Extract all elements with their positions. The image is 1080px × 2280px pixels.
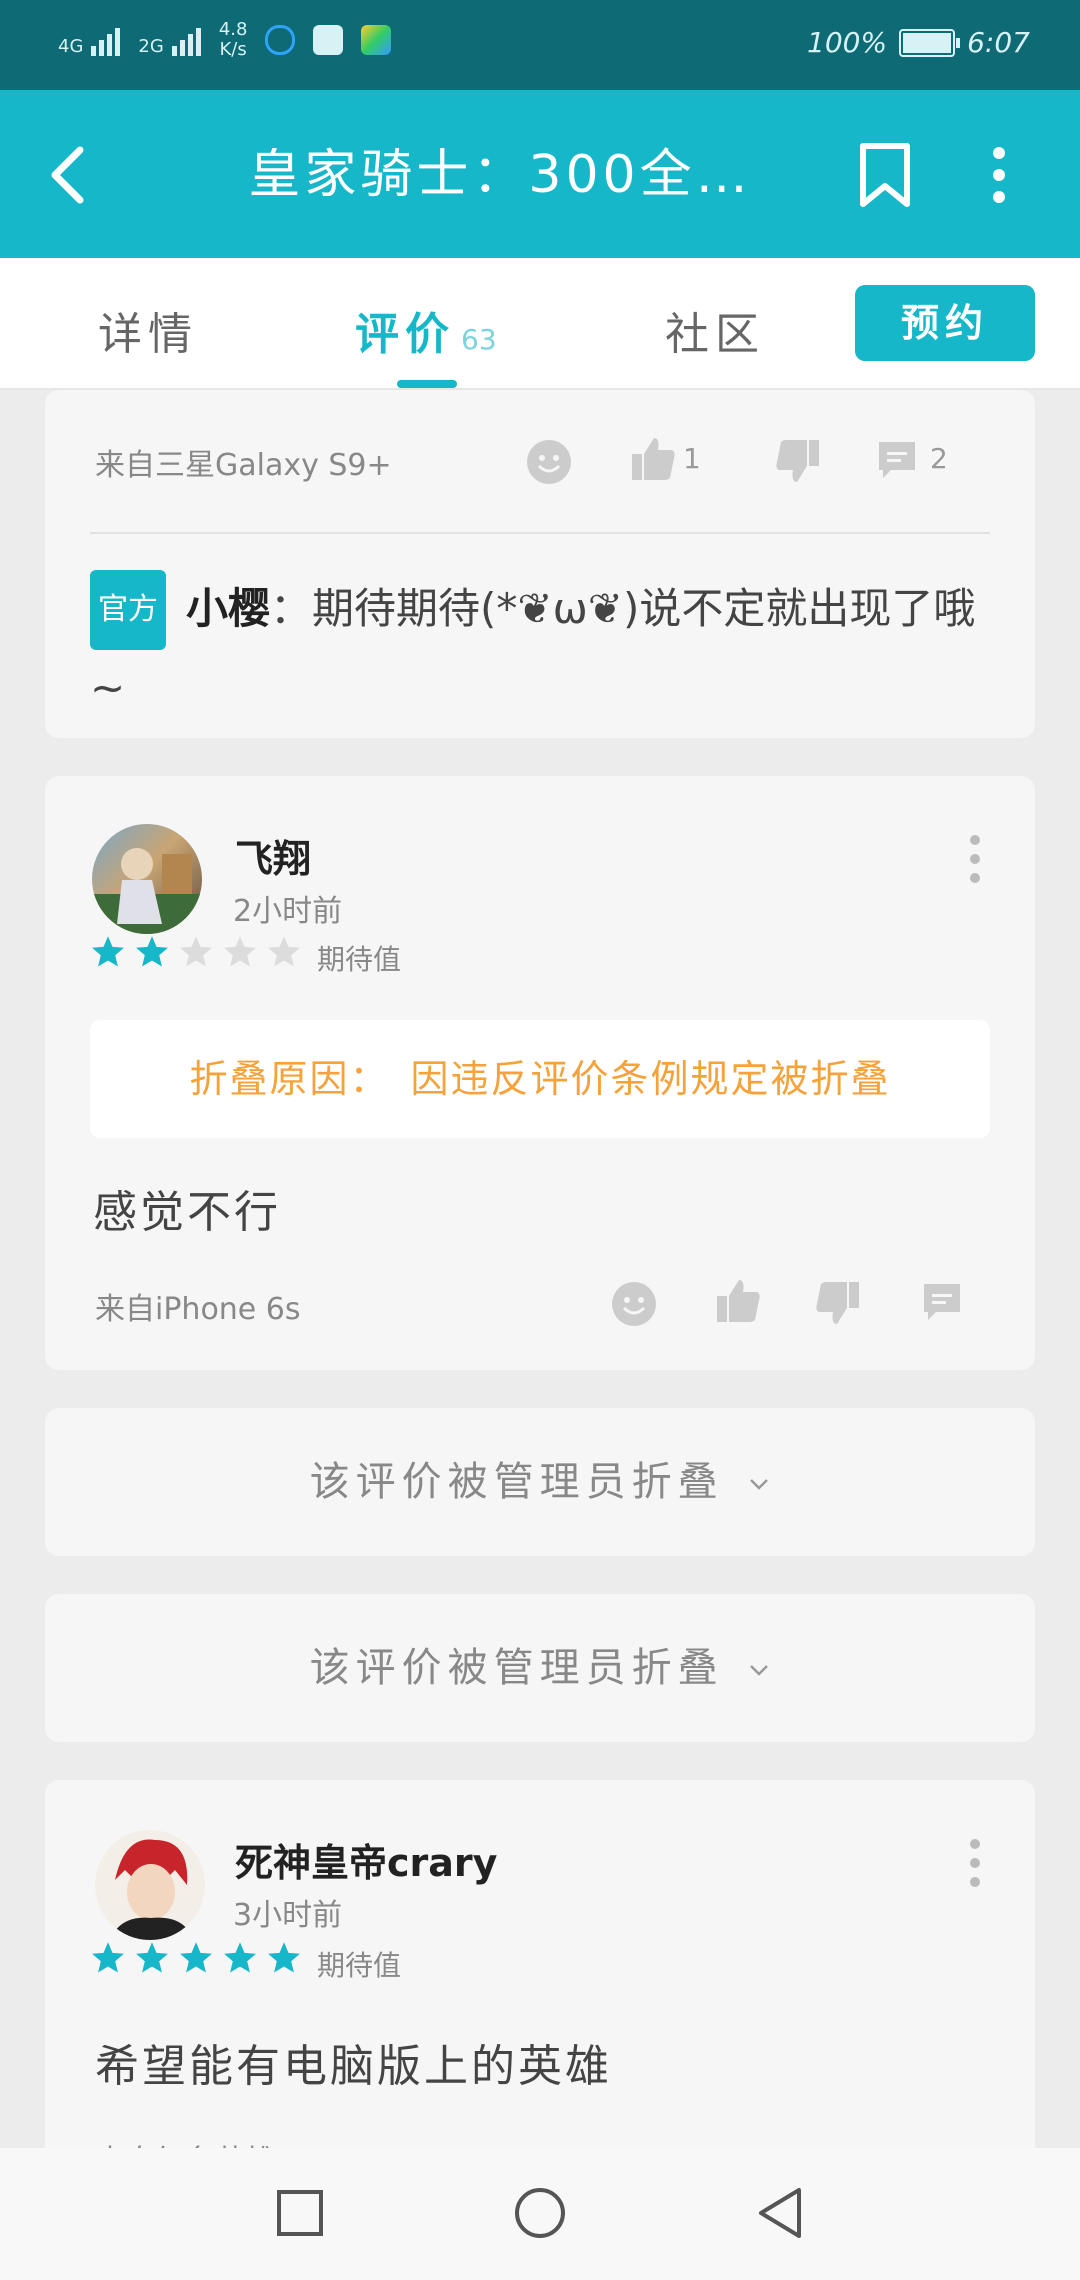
tab-community[interactable]: 社区 [665, 298, 765, 362]
review-source: 来自iPhone 6s [95, 1292, 301, 1327]
star-filled-icon [268, 1942, 300, 1973]
star-filled-icon [136, 936, 168, 967]
network-type-sim2: 2G [138, 36, 164, 57]
tab-community-label: 社区 [665, 309, 765, 360]
speed-value: 4.8 [218, 19, 248, 40]
rating-stars [90, 1940, 302, 1976]
status-bar: 4G 2G 4.8 K/s 100% 6:07 [0, 0, 1080, 90]
star-filled-icon [180, 1942, 212, 1973]
reply-author: 小樱 [186, 584, 271, 633]
comment-count: 2 [930, 442, 948, 475]
star-filled-icon [224, 1942, 256, 1973]
more-vertical-icon[interactable] [975, 145, 1023, 205]
signal-sim1: 4G [58, 24, 121, 57]
avatar[interactable] [92, 824, 202, 934]
fold-notice: 折叠原因： 因违反评价条例规定被折叠 [90, 1020, 990, 1138]
avatar[interactable] [95, 1830, 205, 1940]
review-card: 飞翔 2小时前 期待值 折叠原因： 因违反评价条例规定被折叠 感觉不行 来自iP… [45, 776, 1035, 1370]
review-card-partial: 来自三星Galaxy S9+ 1 2 官方 小樱：期待期待(*❦ω❦)说不定就出现… [45, 390, 1035, 738]
system-nav-bar [0, 2148, 1080, 2280]
username[interactable]: 飞翔 [235, 828, 311, 883]
chevron-down-icon [750, 1665, 769, 1676]
collapsed-review[interactable]: 该评价被管理员折叠 [45, 1408, 1035, 1556]
tab-details[interactable]: 详情 [98, 298, 198, 362]
rating-label: 期待值 [317, 943, 402, 976]
comment-icon[interactable] [920, 1280, 964, 1324]
signal-bars-icon [91, 24, 121, 56]
like-count: 1 [683, 442, 701, 475]
back-arrow-icon[interactable] [40, 140, 100, 210]
divider [90, 532, 990, 534]
reserve-button[interactable]: 预约 [855, 285, 1035, 361]
review-source: 来自三星Galaxy S9+ [95, 448, 392, 483]
review-time: 3小时前 [233, 1898, 343, 1933]
star-empty-icon [268, 936, 300, 967]
thumbs-up-icon[interactable] [715, 1278, 761, 1324]
reply-separator: ： [270, 584, 313, 633]
emoji-reaction-icon[interactable] [525, 438, 573, 486]
review-body: 希望能有电脑版上的英雄 [95, 2041, 612, 2092]
more-vertical-icon[interactable] [965, 834, 985, 884]
rating-stars [90, 934, 302, 970]
emoji-reaction-icon[interactable] [610, 1280, 658, 1328]
official-reply: 官方 小樱：期待期待(*❦ω❦)说不定就出现了哦~ [90, 570, 990, 726]
signal-sim2: 2G [138, 24, 201, 57]
collapsed-review-text: 该评价被管理员折叠 [309, 1459, 724, 1505]
tab-reviews-count: 63 [461, 323, 497, 356]
star-empty-icon [180, 936, 212, 967]
tab-details-label: 详情 [98, 309, 198, 360]
username[interactable]: 死神皇帝crary [235, 1832, 497, 1887]
review-time: 2小时前 [233, 894, 343, 929]
back-icon[interactable] [755, 2186, 805, 2240]
bookmark-icon[interactable] [855, 140, 915, 210]
speed-unit: K/s [219, 39, 247, 60]
star-filled-icon [136, 1942, 168, 1973]
app-bar: 皇家骑士：300全… [0, 90, 1080, 258]
clock: 6:07 [967, 26, 1030, 59]
tab-bar: 详情 评价 63 社区 预约 [0, 258, 1080, 390]
signal-bars-icon [171, 24, 201, 56]
battery-percent: 100% [807, 26, 888, 59]
thumbs-up-icon[interactable] [630, 436, 676, 482]
official-badge: 官方 [90, 570, 166, 650]
thumbs-down-icon[interactable] [775, 438, 821, 484]
page-title: 皇家骑士：300全… [248, 145, 752, 205]
star-empty-icon [224, 936, 256, 967]
app-store-icon [361, 25, 392, 55]
network-speed: 4.8 K/s [219, 20, 248, 60]
book-icon [313, 25, 344, 55]
rating-label: 期待值 [317, 1949, 402, 1982]
headset-icon [265, 25, 296, 55]
network-type-sim1: 4G [58, 36, 84, 57]
star-filled-icon [92, 1942, 124, 1973]
tab-reviews-label: 评价 [355, 309, 455, 360]
chevron-down-icon [750, 1479, 769, 1490]
collapsed-review[interactable]: 该评价被管理员折叠 [45, 1594, 1035, 1742]
review-card: 死神皇帝crary 3小时前 期待值 希望能有电脑版上的英雄 来自红名英雄… [45, 1780, 1035, 2200]
review-body: 感觉不行 [93, 1187, 281, 1238]
home-icon[interactable] [513, 2186, 567, 2240]
collapsed-review-text: 该评价被管理员折叠 [309, 1645, 724, 1691]
active-tab-indicator [397, 380, 457, 388]
more-vertical-icon[interactable] [965, 1838, 985, 1888]
comment-icon[interactable] [875, 438, 919, 482]
battery-icon [899, 28, 961, 57]
star-filled-icon [92, 936, 124, 967]
tab-reviews[interactable]: 评价 63 [355, 298, 497, 362]
thumbs-down-icon[interactable] [815, 1280, 861, 1326]
recent-apps-icon[interactable] [275, 2188, 325, 2238]
